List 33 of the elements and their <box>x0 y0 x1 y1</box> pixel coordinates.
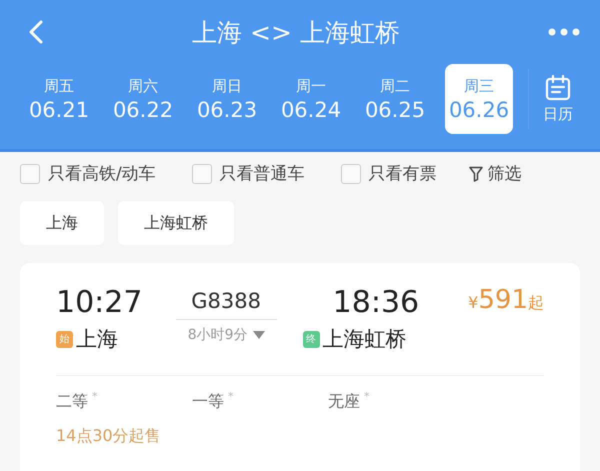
station-chip[interactable]: 上海虹桥 <box>118 201 234 245</box>
date-tab[interactable]: 周六 06.22 <box>102 64 184 134</box>
date-tab[interactable]: 周三 06.26 <box>445 64 513 134</box>
filter-icon <box>468 166 483 182</box>
date-tab[interactable]: 周二 06.25 <box>354 64 436 134</box>
seat-class: 一等 $^{*}$ <box>192 390 234 412</box>
arrival-station: 上海虹桥 <box>322 326 407 353</box>
station-chip[interactable]: 上海 <box>20 201 104 245</box>
filter-checkbox[interactable]: 只看高铁/动车 <box>20 162 156 185</box>
more-icon[interactable] <box>548 28 580 36</box>
start-badge: 始 <box>56 330 73 348</box>
seat-class: 二等 $^{*}$ <box>56 390 98 412</box>
calendar-icon <box>545 74 571 100</box>
seat-class: 无座 $^{*}$ <box>328 390 370 412</box>
train-number: G8388 <box>176 285 277 320</box>
price: ¥591起 <box>468 285 544 315</box>
filter-button[interactable]: 筛选 <box>468 162 522 185</box>
duration-toggle[interactable]: 8小时9分 <box>188 326 265 344</box>
caret-icon <box>252 331 265 339</box>
calendar-button[interactable]: 日历 <box>543 74 573 124</box>
page-title: 上海 <> 上海虹桥 <box>192 16 400 48</box>
filter-checkbox[interactable]: 只看有票 <box>340 162 437 185</box>
sale-time-note: 14点30分起售 <box>56 426 162 448</box>
date-tab[interactable]: 周日 06.23 <box>186 64 268 134</box>
back-icon[interactable] <box>28 19 44 45</box>
date-tab[interactable]: 周一 06.24 <box>270 64 352 134</box>
arrival-time: 18:36 <box>332 285 420 321</box>
date-tab[interactable]: 周五 06.21 <box>18 64 100 134</box>
end-badge: 终 <box>302 330 320 348</box>
departure-time: 10:27 <box>56 285 144 321</box>
filter-checkbox[interactable]: 只看普通车 <box>192 162 305 185</box>
departure-station: 上海 <box>76 326 118 353</box>
train-card[interactable]: 10:27 始 上海 G8388 8小时9分 18:36 终 上海虹桥 ¥591起 二等 $^{*}$ 一等 $^{*}$ 无座 $^{*}$ 14点30分起售 <box>20 263 580 471</box>
